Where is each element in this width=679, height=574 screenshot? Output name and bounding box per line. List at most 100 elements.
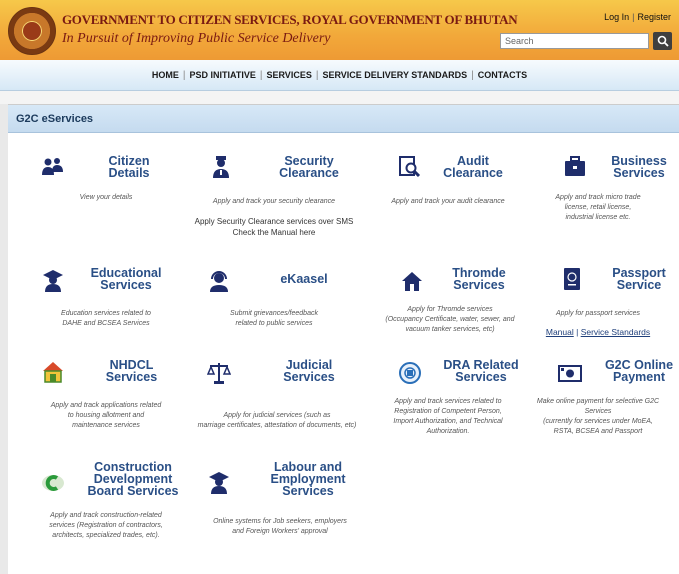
service-title-line: Services: [455, 370, 507, 384]
service-title[interactable]: Judicial Services: [274, 359, 344, 384]
desc-line: architects, specialized trades, etc).: [52, 532, 160, 539]
service-title[interactable]: NHDCL Services: [94, 359, 169, 384]
service-title-line: eKaasel: [280, 272, 328, 286]
register-link[interactable]: Register: [637, 12, 671, 22]
main-nav: HOME | PSD INITIATIVE | SERVICES | SERVICE …: [0, 60, 679, 91]
desc-line: DAHE and BCSEA Services: [62, 320, 150, 327]
desc-line: Apply and track construction-related: [50, 512, 162, 519]
service-title[interactable]: DRA Related Services: [436, 359, 526, 384]
service-title[interactable]: Citizen Details: [94, 155, 164, 180]
service-desc: Apply and track services related to Regis…: [368, 397, 528, 437]
officer-icon: [213, 156, 229, 178]
login-link[interactable]: Log In: [604, 12, 629, 22]
desc-line: and Foreign Workers' approval: [232, 528, 328, 535]
desc-line: Submit grievances/feedback: [230, 310, 318, 317]
payment-icon: [558, 365, 582, 382]
service-title-line: Clearance: [443, 166, 503, 180]
service-desc: View your details: [79, 194, 133, 201]
desc-line: RSTA, BCSEA and Passport: [553, 428, 643, 435]
desc-line: Registration of Competent Person,: [394, 408, 502, 415]
desc-line: Apply and track applications related: [50, 402, 162, 409]
service-title-line: Services: [283, 370, 335, 384]
audit-search-icon: [399, 156, 421, 178]
dra-logo-icon: [399, 362, 421, 384]
service-desc: Apply and track micro trade license, reta…: [518, 193, 678, 223]
service-title-line: Details: [108, 166, 150, 180]
briefcase-icon: [565, 156, 585, 176]
manual-link[interactable]: Check the Manual here: [233, 228, 316, 237]
desc-line: Services: [584, 408, 612, 415]
service-standards-link[interactable]: Service Standards: [581, 327, 650, 337]
site-subtitle: In Pursuit of Improving Public Service D…: [62, 31, 331, 46]
search-button[interactable]: [653, 32, 672, 50]
scales-icon: [207, 363, 231, 384]
service-desc: Make online payment for selective G2C Ser…: [512, 397, 679, 437]
service-title-line: Services: [100, 278, 152, 292]
services-panel: G2C eServices Citizen Details View your d…: [8, 104, 679, 574]
desc-line: vacuum tanker services, etc): [405, 326, 495, 333]
panel-header: G2C eServices: [8, 105, 679, 133]
service-desc: Submit grievances/feedback related to pub…: [194, 309, 354, 329]
section-title: G2C eServices: [16, 113, 94, 125]
users-icon: [42, 158, 63, 175]
service-desc: Education services related to DAHE and BC…: [26, 309, 186, 329]
manual-link[interactable]: Manual: [546, 327, 574, 337]
service-title[interactable]: Construction Development Board Services: [78, 461, 188, 498]
nav-psd-initiative[interactable]: PSD INITIATIVE: [186, 70, 260, 80]
service-title-line: Clearance: [279, 166, 339, 180]
service-title[interactable]: G2C Online Payment: [600, 359, 678, 384]
desc-line: related to public services: [235, 320, 313, 327]
desc-line: Apply for judicial services (such as: [223, 412, 331, 419]
service-desc: Apply and track your audit clearance: [391, 198, 505, 205]
service-title[interactable]: Passport Service: [600, 267, 678, 292]
desc-line: Import Authorization, and Technical: [393, 418, 503, 425]
service-title-line: Board Services: [87, 484, 179, 498]
desc-line: Authorization.: [426, 428, 470, 435]
sms-info: Apply Security Clearance services over S…: [184, 216, 364, 238]
worker-icon: [209, 472, 229, 494]
spacer-strip: [0, 91, 679, 104]
desc-line: industrial license etc.: [565, 214, 631, 221]
desc-line: Apply for Thromde services: [407, 306, 493, 313]
service-title[interactable]: Audit Clearance: [433, 155, 513, 180]
magnifier-icon: [657, 35, 669, 47]
headset-icon: [210, 271, 228, 292]
service-desc: Apply for Thromde services (Occupancy Cer…: [360, 305, 540, 335]
desc-line: maintenance services: [72, 422, 140, 429]
desc-line: marriage certificates, attestation of do…: [197, 422, 357, 429]
nav-service-delivery-standards[interactable]: SERVICE DELIVERY STANDARDS: [318, 70, 471, 80]
service-desc: Apply and track your security clearance: [212, 198, 336, 205]
nav-home[interactable]: HOME: [148, 70, 183, 80]
passport-icon: [564, 268, 580, 290]
service-desc: Apply and track applications related to h…: [26, 401, 186, 431]
desc-line: Apply and track services related to: [394, 398, 502, 405]
search-input[interactable]: [500, 33, 649, 49]
nav-services[interactable]: SERVICES: [262, 70, 315, 80]
site-title: GOVERNMENT TO CITIZEN SERVICES, ROYAL GO…: [62, 12, 518, 27]
service-title[interactable]: eKaasel: [274, 272, 334, 286]
desc-line: to housing allotment and: [67, 412, 145, 419]
service-desc: Apply for passport services: [555, 310, 641, 317]
service-title[interactable]: Educational Services: [81, 267, 171, 292]
service-title[interactable]: Business Services: [600, 155, 678, 180]
service-desc: Apply and track construction-related serv…: [26, 511, 186, 541]
desc-line: Education services related to: [61, 310, 151, 317]
house-icon: [402, 272, 422, 291]
service-title-line: Services: [282, 484, 334, 498]
auth-separator: |: [632, 12, 635, 22]
desc-line: (Occupancy Certificate, water, sewer, an…: [385, 316, 515, 323]
desc-line: Apply and track micro trade: [555, 194, 641, 201]
service-desc: Online systems for Job seekers, employer…: [190, 517, 370, 537]
auth-links: Log In | Register: [604, 12, 671, 22]
service-title[interactable]: Security Clearance: [269, 155, 349, 180]
service-title-line: Services: [613, 166, 665, 180]
site-header: GOVERNMENT TO CITIZEN SERVICES, ROYAL GO…: [0, 0, 679, 60]
service-title[interactable]: Thromde Services: [444, 267, 514, 292]
service-title-line: Service: [616, 278, 662, 292]
bhutan-emblem-icon[interactable]: [8, 7, 56, 55]
service-title-line: Payment: [612, 370, 666, 384]
nav-contacts[interactable]: CONTACTS: [474, 70, 531, 80]
graduate-icon: [43, 270, 63, 292]
cdb-logo-icon: [42, 475, 64, 491]
service-title[interactable]: Labour and Employment Services: [258, 461, 358, 498]
